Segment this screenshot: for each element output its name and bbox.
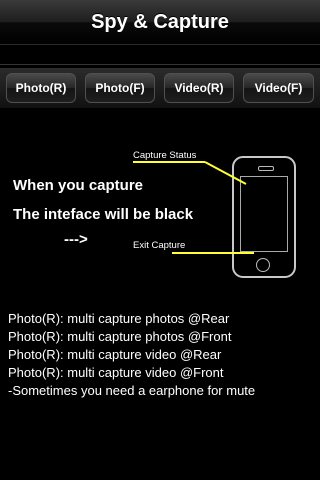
page-title: Spy & Capture (91, 10, 229, 33)
photo-front-button[interactable]: Photo(F) (85, 73, 155, 103)
capture-mode-toolbar: Photo(R) Photo(F) Video(R) Video(F) (0, 68, 320, 108)
capture-status-label: Capture Status (133, 150, 197, 161)
arrow-indicator: ---> (64, 231, 88, 248)
description-line: Photo(R): multi capture video @Front (8, 365, 224, 380)
iphone-diagram (232, 156, 296, 278)
description-line: Photo(R): multi capture photos @Front (8, 329, 232, 344)
description-line: Photo(R): multi capture photos @Rear (8, 311, 230, 326)
navigation-bar: Spy & Capture (0, 0, 320, 45)
video-rear-button[interactable]: Video(R) (164, 73, 234, 103)
description-line: Photo(R): multi capture video @Rear (8, 347, 222, 362)
phone-home-button (256, 258, 270, 272)
photo-rear-button[interactable]: Photo(R) (6, 73, 76, 103)
phone-screen (240, 176, 288, 252)
exit-capture-label: Exit Capture (133, 240, 186, 251)
instruction-line-2: The inteface will be black (13, 206, 194, 223)
video-front-button[interactable]: Video(F) (243, 73, 314, 103)
description-line: -Sometimes you need a earphone for mute (8, 383, 256, 398)
feature-description: Photo(R): multi capture photos @Rear Pho… (8, 310, 312, 400)
divider (0, 64, 320, 65)
instruction-line-1: When you capture (13, 177, 144, 194)
phone-speaker (258, 166, 274, 171)
